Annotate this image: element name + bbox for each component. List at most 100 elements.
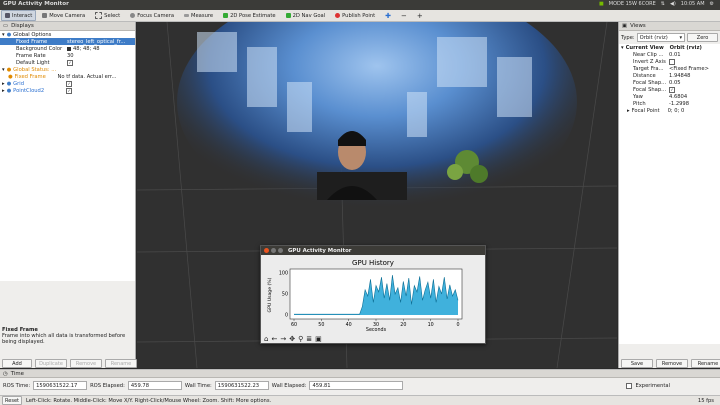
save-icon[interactable]: ▣ bbox=[315, 335, 322, 343]
add-tool-button[interactable]: ✚ bbox=[381, 10, 395, 21]
tree-grid[interactable]: ▸ ● Grid ✓ bbox=[0, 80, 135, 87]
tree-row[interactable]: Focal Shap... ✓ bbox=[619, 86, 720, 93]
home-icon[interactable]: ⌂ bbox=[264, 335, 268, 343]
rename-button[interactable]: Rename bbox=[105, 359, 137, 368]
tree-fixed-frame[interactable]: Fixed Frame stereo_left_optical_fr... bbox=[0, 38, 135, 45]
duplicate-button[interactable]: Duplicate bbox=[35, 359, 67, 368]
tree-key: Yaw bbox=[633, 93, 643, 100]
tree-value[interactable]: stereo_left_optical_fr... bbox=[67, 39, 125, 45]
remove-button[interactable]: Remove bbox=[656, 359, 688, 368]
configure-icon[interactable]: ≣ bbox=[306, 335, 312, 343]
forward-icon[interactable]: → bbox=[280, 335, 286, 343]
tree-global-options[interactable]: ▾ ● Global Options bbox=[0, 31, 135, 38]
tree-current-view[interactable]: ▾ Current View Orbit (rviz) bbox=[619, 44, 720, 51]
collapse-arrow-icon[interactable]: ▾ bbox=[621, 45, 624, 51]
tree-global-status[interactable]: ▾ ● Global Status: ... bbox=[0, 66, 135, 73]
type-select[interactable]: Orbit (rviz) ▾ bbox=[636, 33, 686, 42]
tree-value[interactable]: 0.01 bbox=[669, 52, 681, 58]
collapse-arrow-icon[interactable]: ▾ bbox=[2, 32, 5, 38]
tree-pointcloud2[interactable]: ▸ ● PointCloud2 ✓ bbox=[0, 87, 135, 94]
gpu-window-titlebar[interactable]: GPU Activity Monitor bbox=[261, 246, 485, 255]
tree-value[interactable]: 0; 0; 0 bbox=[668, 108, 685, 114]
tree-value[interactable]: -1.2998 bbox=[669, 101, 689, 107]
pan-icon[interactable]: ✥ bbox=[289, 335, 295, 343]
expand-arrow-icon[interactable]: ▸ bbox=[2, 88, 5, 94]
volume-icon[interactable]: ◀) bbox=[670, 1, 676, 7]
color-swatch[interactable] bbox=[67, 46, 71, 51]
tree-status-fixed-frame[interactable]: ● Fixed Frame No tf data. Actual err... bbox=[0, 73, 135, 80]
ros-elapsed-field[interactable]: 459.78 bbox=[127, 381, 182, 390]
checkbox[interactable] bbox=[669, 58, 675, 65]
tree-row[interactable]: Invert Z Axis bbox=[619, 58, 720, 65]
experimental-checkbox[interactable] bbox=[626, 382, 633, 389]
minimize-icon[interactable] bbox=[271, 248, 276, 253]
tree-default-light[interactable]: Default Light ✓ bbox=[0, 59, 135, 66]
collapse-arrow-icon[interactable]: ▾ bbox=[2, 67, 5, 73]
measure-tool[interactable]: Measure bbox=[180, 10, 217, 21]
expand-arrow-icon[interactable]: ▸ bbox=[2, 81, 5, 87]
remove-tool-button[interactable]: − bbox=[397, 10, 411, 21]
tree-row[interactable]: Pitch -1.2998 bbox=[619, 100, 720, 107]
rename-button[interactable]: Rename bbox=[691, 359, 720, 368]
close-icon[interactable] bbox=[264, 248, 269, 253]
zoom-icon[interactable]: ⚲ bbox=[298, 335, 303, 343]
checkbox[interactable]: ✓ bbox=[669, 86, 675, 93]
remove-button[interactable]: Remove bbox=[70, 359, 102, 368]
tree-value[interactable]: 48; 48; 48 bbox=[73, 46, 100, 52]
back-icon[interactable]: ← bbox=[271, 335, 277, 343]
tree-background-color[interactable]: Background Color 48; 48; 48 bbox=[0, 45, 135, 52]
checkbox[interactable]: ✓ bbox=[66, 87, 73, 94]
views-buttons: Save Remove Rename bbox=[621, 359, 720, 368]
pose-estimate-tool[interactable]: 2D Pose Estimate bbox=[219, 10, 280, 21]
move-camera-tool[interactable]: Move Camera bbox=[38, 10, 89, 21]
tree-row[interactable]: Yaw 4.6804 bbox=[619, 93, 720, 100]
zero-button[interactable]: Zero bbox=[687, 33, 718, 42]
tree-value[interactable]: 1.94848 bbox=[669, 73, 690, 79]
select-tool[interactable]: Select bbox=[91, 10, 124, 21]
save-button[interactable]: Save bbox=[621, 359, 653, 368]
tree-value[interactable]: <Fixed Frame> bbox=[669, 66, 709, 72]
maximize-icon[interactable] bbox=[278, 248, 283, 253]
tree-key: PointCloud2 bbox=[13, 87, 45, 94]
y-tick-label: 50 bbox=[282, 292, 288, 298]
type-select-value: Orbit (rviz) bbox=[639, 34, 668, 41]
reset-button[interactable]: Reset bbox=[2, 396, 22, 405]
nav-goal-tool[interactable]: 2D Nav Goal bbox=[282, 10, 330, 21]
focus-camera-tool[interactable]: Focus Camera bbox=[126, 10, 178, 21]
tree-key: Focal Shap... bbox=[633, 86, 667, 93]
tree-key: Near Clip ... bbox=[633, 51, 664, 58]
tree-value[interactable]: 30 bbox=[67, 53, 74, 59]
gpu-monitor-window[interactable]: GPU Activity Monitor GPU History GPU Usa… bbox=[260, 245, 486, 344]
tree-key: Focal Point bbox=[631, 107, 660, 114]
nvidia-icon[interactable]: ■ bbox=[599, 1, 604, 7]
settings-icon[interactable]: ⚙ bbox=[710, 1, 714, 7]
tree-row[interactable]: ▸ Focal Point 0; 0; 0 bbox=[619, 107, 720, 114]
checkbox[interactable]: ✓ bbox=[67, 59, 73, 66]
ros-time-field[interactable]: 1590631522.17 bbox=[33, 381, 88, 390]
tree-row[interactable]: Near Clip ... 0.01 bbox=[619, 51, 720, 58]
add-button[interactable]: Add bbox=[2, 359, 32, 368]
wall-elapsed-field[interactable]: 459.81 bbox=[309, 381, 404, 390]
nav-goal-label: 2D Nav Goal bbox=[292, 12, 326, 19]
tree-key: Grid bbox=[13, 80, 25, 87]
tree-frame-rate[interactable]: Frame Rate 30 bbox=[0, 52, 135, 59]
network-icon[interactable]: ⇅ bbox=[661, 1, 665, 7]
pointcloud-icon: ● bbox=[6, 87, 12, 94]
tool-properties-button[interactable]: + bbox=[413, 10, 427, 21]
tree-row[interactable]: Distance 1.94848 bbox=[619, 72, 720, 79]
expand-arrow-icon[interactable]: ▸ bbox=[627, 108, 630, 114]
chart-ylabel: GPU Usage (%) bbox=[267, 277, 273, 312]
tree-row[interactable]: Target Fra... <Fixed Frame> bbox=[619, 65, 720, 72]
power-mode[interactable]: MODE 15W 6CORE bbox=[609, 1, 656, 7]
interact-tool[interactable]: Interact bbox=[1, 10, 37, 21]
publish-point-tool[interactable]: Publish Point bbox=[331, 10, 379, 21]
wall-time-field[interactable]: 1590631522.23 bbox=[214, 381, 269, 390]
clock-icon: ◷ bbox=[3, 370, 8, 377]
tree-value[interactable]: 0.05 bbox=[669, 80, 681, 86]
tree-value[interactable]: 4.6804 bbox=[669, 94, 687, 100]
checkbox[interactable]: ✓ bbox=[66, 80, 73, 87]
tree-row[interactable]: Focal Shap... 0.05 bbox=[619, 79, 720, 86]
views-tree: ▾ Current View Orbit (rviz) Near Clip ..… bbox=[619, 44, 720, 344]
clock[interactable]: 10:05 AM bbox=[681, 1, 705, 7]
rviz-toolbar: Interact Move Camera Select Focus Camera… bbox=[0, 10, 720, 22]
